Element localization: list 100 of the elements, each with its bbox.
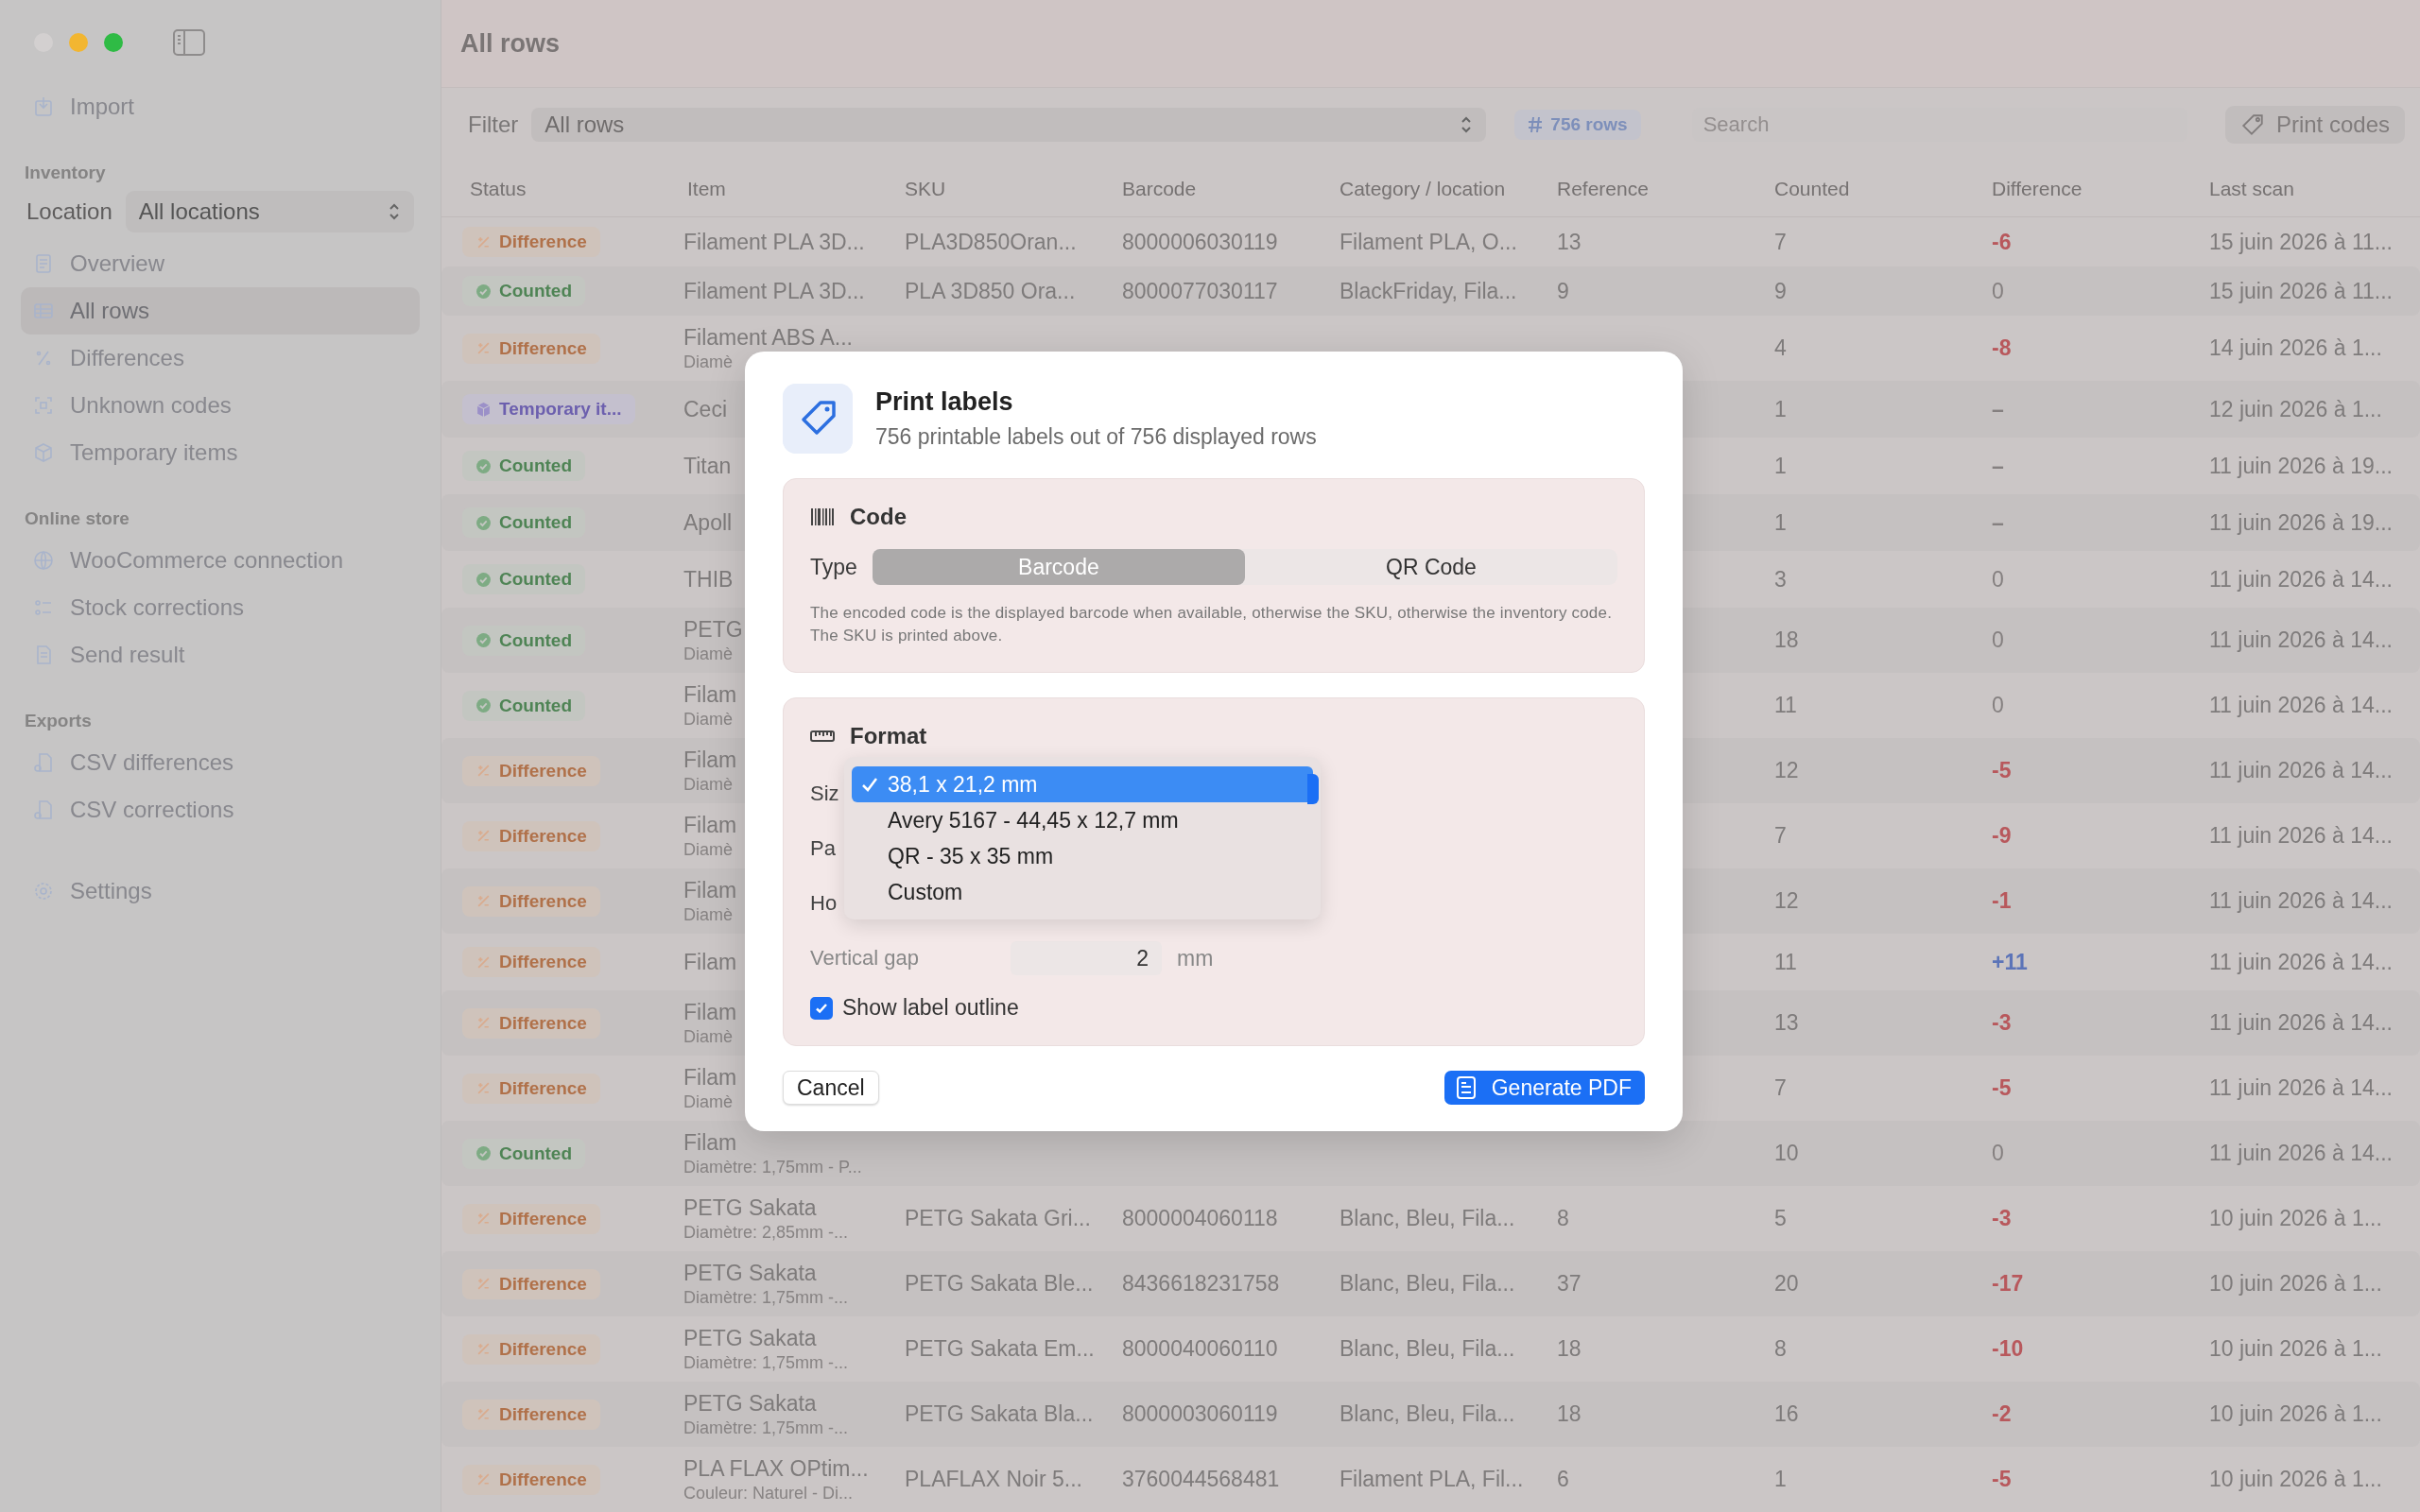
item-detail: Diamètre: 1,75mm -... [683, 1418, 849, 1438]
filter-label: Filter [468, 112, 519, 138]
sidebar-item[interactable]: Overview [21, 240, 420, 287]
table-cell-text: -10 [1991, 1336, 2025, 1362]
item-name: THIB [683, 566, 734, 593]
sidebar-item[interactable]: Differences [21, 335, 420, 382]
table-cell-text: 11 juin 2026 à 14... [2208, 1141, 2394, 1166]
menu-item[interactable]: Avery 5167 - 44,45 x 12,7 mm [852, 802, 1313, 838]
item-detail: Diamè [683, 904, 733, 925]
item-name: Filam [683, 1064, 737, 1091]
field-label: Vertical gap [810, 946, 920, 971]
column-header[interactable]: SKU [891, 178, 1109, 200]
table-cell-text: 0 [1991, 566, 2005, 593]
segment-option[interactable]: QR Code [1244, 549, 1617, 585]
code-note: The encoded code is the displayed barcode when available, otherwise the SKU, otherwise the inventory code. The SKU is printed above. [810, 603, 1614, 646]
table-cell-text: PETG Sakata Gri... [904, 1206, 1092, 1231]
location-select[interactable]: All locations [125, 191, 414, 232]
sidebar-item[interactable]: Unknown codes [21, 382, 420, 429]
column-header[interactable]: Barcode [1109, 178, 1326, 200]
sidebar-item[interactable]: Settings [21, 868, 420, 915]
generate-pdf-button[interactable]: Generate PDF [1443, 1071, 1645, 1105]
status-badge: Counted [462, 690, 586, 721]
column-header[interactable]: Item [674, 178, 891, 200]
column-header[interactable]: Status [457, 178, 674, 200]
table-cell-text: 7 [1773, 1075, 1788, 1101]
column-header[interactable]: Counted [1761, 178, 1979, 200]
table-cell-text: -8 [1991, 335, 2013, 361]
print-codes-button[interactable]: Print codes [2224, 106, 2405, 144]
status-badge: Difference [462, 820, 600, 851]
table-cell-text: 11 juin 2026 à 14... [2208, 1010, 2394, 1036]
status-badge: Counted [462, 451, 586, 481]
menu-item[interactable]: Custom [852, 874, 1313, 910]
sidebar-item[interactable]: CSV differences [21, 739, 420, 786]
item-name: Titan [683, 453, 732, 479]
table-cell-text: 11 juin 2026 à 14... [2208, 1075, 2394, 1101]
table-cell-text: 6 [1556, 1467, 1570, 1492]
table-cell-text: 7 [1773, 229, 1788, 255]
table-cell-text: 11 juin 2026 à 14... [2208, 627, 2394, 653]
table-cell-text: Blanc, Bleu, Fila... [1339, 1336, 1516, 1362]
item-name: Filam [683, 877, 737, 903]
item-name: PETG Sakata [683, 1325, 817, 1351]
table-cell-text: -5 [1991, 1467, 2013, 1492]
segment-option[interactable]: Barcode [872, 549, 1245, 585]
table-cell-text: 0 [1991, 1141, 2005, 1166]
item-name: Filam [683, 747, 737, 773]
column-header[interactable]: Last scan [2196, 178, 2413, 200]
table-cell-text: Blanc, Bleu, Fila... [1339, 1206, 1516, 1231]
status-badge: Difference [462, 333, 600, 364]
sidebar-item[interactable]: Stock corrections [21, 584, 420, 631]
status-badge: Temporary it... [462, 394, 635, 424]
table-cell-text: – [1991, 453, 2005, 479]
item-detail: Diamètre: 1,75mm - P... [683, 1157, 862, 1177]
table-cell-text: 12 [1773, 758, 1800, 783]
status-badge: Difference [462, 885, 600, 917]
menu-item[interactable]: 38,1 x 21,2 mm [852, 766, 1313, 802]
table-cell-text: 18 [1773, 627, 1800, 653]
status-badge: Difference [462, 1333, 600, 1365]
table-cell-text: -2 [1991, 1401, 2013, 1427]
dialog-title: Print labels [875, 387, 1014, 417]
table-cell-text: 11 juin 2026 à 14... [2208, 693, 2394, 718]
table-cell-text: Filament PLA, Fil... [1339, 1467, 1525, 1492]
sidebar-item[interactable]: Temporary items [21, 429, 420, 476]
table-cell-text: 8000006030119 [1121, 229, 1279, 255]
table-cell-text: 13 [1773, 1010, 1800, 1036]
sidebar-item[interactable]: Import [21, 83, 420, 130]
table-cell-text: Filament PLA, O... [1339, 229, 1518, 255]
field-label: Siz [810, 782, 839, 806]
table-cell-text: 3760044568481 [1121, 1467, 1281, 1492]
column-header[interactable]: Category / location [1326, 178, 1544, 200]
table-cell-text: 10 juin 2026 à 1... [2208, 1467, 2383, 1492]
table-cell-text: 11 juin 2026 à 19... [2208, 509, 2394, 536]
item-name: PETG Sakata [683, 1194, 817, 1221]
cancel-button[interactable]: Cancel [783, 1071, 879, 1105]
sidebar-item[interactable]: WooCommerce connection [21, 537, 420, 584]
filter-select[interactable]: All rows [531, 108, 1487, 142]
status-badge: Counted [462, 276, 586, 306]
table-cell-text: 11 [1773, 693, 1798, 718]
table-cell-text: PLA3D850Oran... [904, 229, 1078, 255]
unit-label: mm [1177, 945, 1214, 971]
item-name: Filament PLA 3D... [683, 229, 865, 255]
sidebar-item[interactable]: All rows [21, 287, 420, 335]
sidebar-item[interactable]: CSV corrections [21, 786, 420, 833]
table-cell-text: 8000004060118 [1121, 1206, 1279, 1231]
menu-item[interactable]: QR - 35 x 35 mm [852, 838, 1313, 874]
table-cell-text: 1 [1773, 453, 1788, 479]
section-title: Code [850, 504, 907, 530]
column-header[interactable]: Difference [1979, 178, 2196, 200]
table-cell-text: 18 [1556, 1336, 1582, 1362]
item-detail: Diamètre: 1,75mm -... [683, 1352, 849, 1373]
sidebar-item[interactable]: Send result [21, 631, 420, 679]
table-cell-text: 8000040060110 [1121, 1336, 1279, 1362]
table-cell-text: 11 [1773, 949, 1798, 975]
section-title: Format [850, 723, 927, 749]
table-cell-text: 13 [1556, 229, 1582, 255]
column-header[interactable]: Reference [1544, 178, 1761, 200]
table-cell-text: 14 juin 2026 à 1... [2208, 335, 2383, 361]
table-cell-text: 8 [1773, 1336, 1788, 1362]
table-cell-text: -1 [1991, 888, 2013, 914]
vertical-gap-field[interactable]: 2 [1011, 941, 1162, 975]
table-cell-text: Blanc, Bleu, Fila... [1339, 1271, 1516, 1297]
